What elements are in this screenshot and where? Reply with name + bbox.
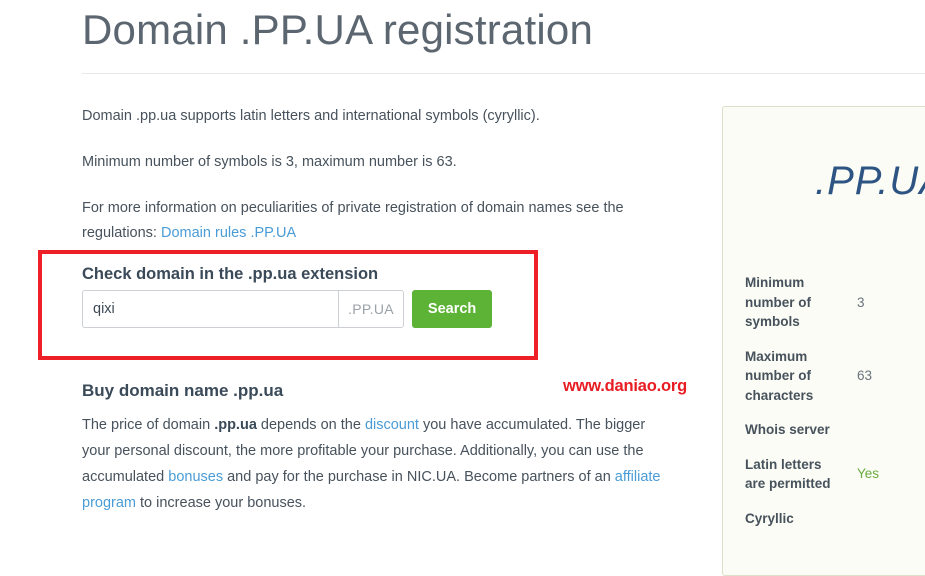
tld-spec-row: Cyryllic xyxy=(745,509,925,529)
tld-spec-row: Latin letters are permitted Yes xyxy=(745,455,925,494)
tld-spec-label: Maximum number of characters xyxy=(745,348,814,403)
buy-text-2: depends on the xyxy=(256,417,365,433)
intro-content: Domain .pp.ua supports latin letters and… xyxy=(82,104,682,266)
tld-spec-label: Cyryllic xyxy=(745,510,794,526)
domain-search-input[interactable] xyxy=(82,290,338,328)
tld-spec-label: Minimum number of symbols xyxy=(745,275,811,329)
buy-section-heading: Buy domain name .pp.ua xyxy=(82,381,284,400)
domain-search-group: .PP.UA Search xyxy=(82,290,493,328)
buy-text-4: and pay for the purchase in NIC.UA. Beco… xyxy=(223,469,615,485)
title-divider xyxy=(82,73,925,74)
search-section-heading: Check domain in the .pp.ua extension xyxy=(82,265,379,283)
tld-spec-row: Minimum number of symbols 3 xyxy=(745,273,925,332)
tld-logo: .PP.UA xyxy=(815,159,925,203)
intro-paragraph-2: Minimum number of symbols is 3, maximum … xyxy=(82,154,457,170)
intro-paragraph-1: Domain .pp.ua supports latin letters and… xyxy=(82,108,540,124)
domain-rules-link[interactable]: Domain rules .PP.UA xyxy=(161,225,296,241)
buy-section: Buy domain name .pp.ua The price of doma… xyxy=(82,380,667,516)
discount-link[interactable]: discount xyxy=(365,417,419,433)
tld-spec-label: Whois server xyxy=(745,422,830,437)
tld-spec-label: Latin letters are permitted xyxy=(745,456,831,492)
tld-spec-value: 3 xyxy=(857,294,865,310)
tld-spec-value: Yes xyxy=(857,466,880,482)
buy-text-5: to increase your bonuses. xyxy=(136,495,307,511)
buy-section-paragraph: The price of domain .pp.ua depends on th… xyxy=(82,412,667,516)
domain-suffix-addon: .PP.UA xyxy=(338,290,404,328)
tld-spec-value: 63 xyxy=(857,368,873,383)
page-title: Domain .PP.UA registration xyxy=(82,6,594,53)
buy-text-1: The price of domain xyxy=(82,417,215,433)
search-button[interactable]: Search xyxy=(411,290,493,328)
tld-spec-row: Whois server xyxy=(745,420,925,440)
tld-spec-table: Minimum number of symbols 3 Maximum number… xyxy=(745,273,925,543)
buy-bold-tld: .pp.ua xyxy=(214,417,257,433)
tld-spec-row: Maximum number of characters 63 xyxy=(745,347,925,406)
bonuses-link[interactable]: bonuses xyxy=(168,469,223,485)
intro-paragraph-3: For more information on peculiarities of… xyxy=(82,196,682,246)
tld-info-panel: .PP.UA Minimum number of symbols 3 Maximum… xyxy=(722,106,925,576)
